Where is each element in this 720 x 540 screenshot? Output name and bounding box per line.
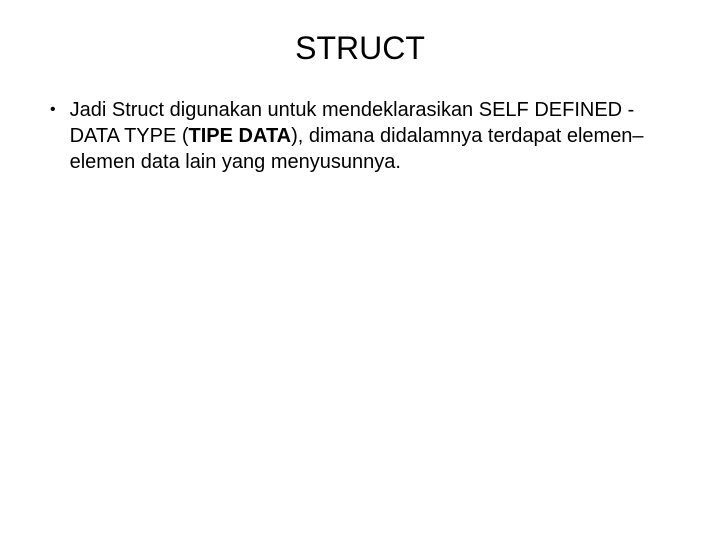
bullet-item: • Jadi Struct digunakan untuk mendeklara… [70,97,650,175]
slide-content: • Jadi Struct digunakan untuk mendeklara… [40,97,680,175]
bullet-text: Jadi Struct digunakan untuk mendeklarasi… [70,97,650,175]
slide-title: STRUCT [40,30,680,67]
bullet-marker: • [50,97,56,123]
text-bold: TIPE DATA [189,125,292,147]
